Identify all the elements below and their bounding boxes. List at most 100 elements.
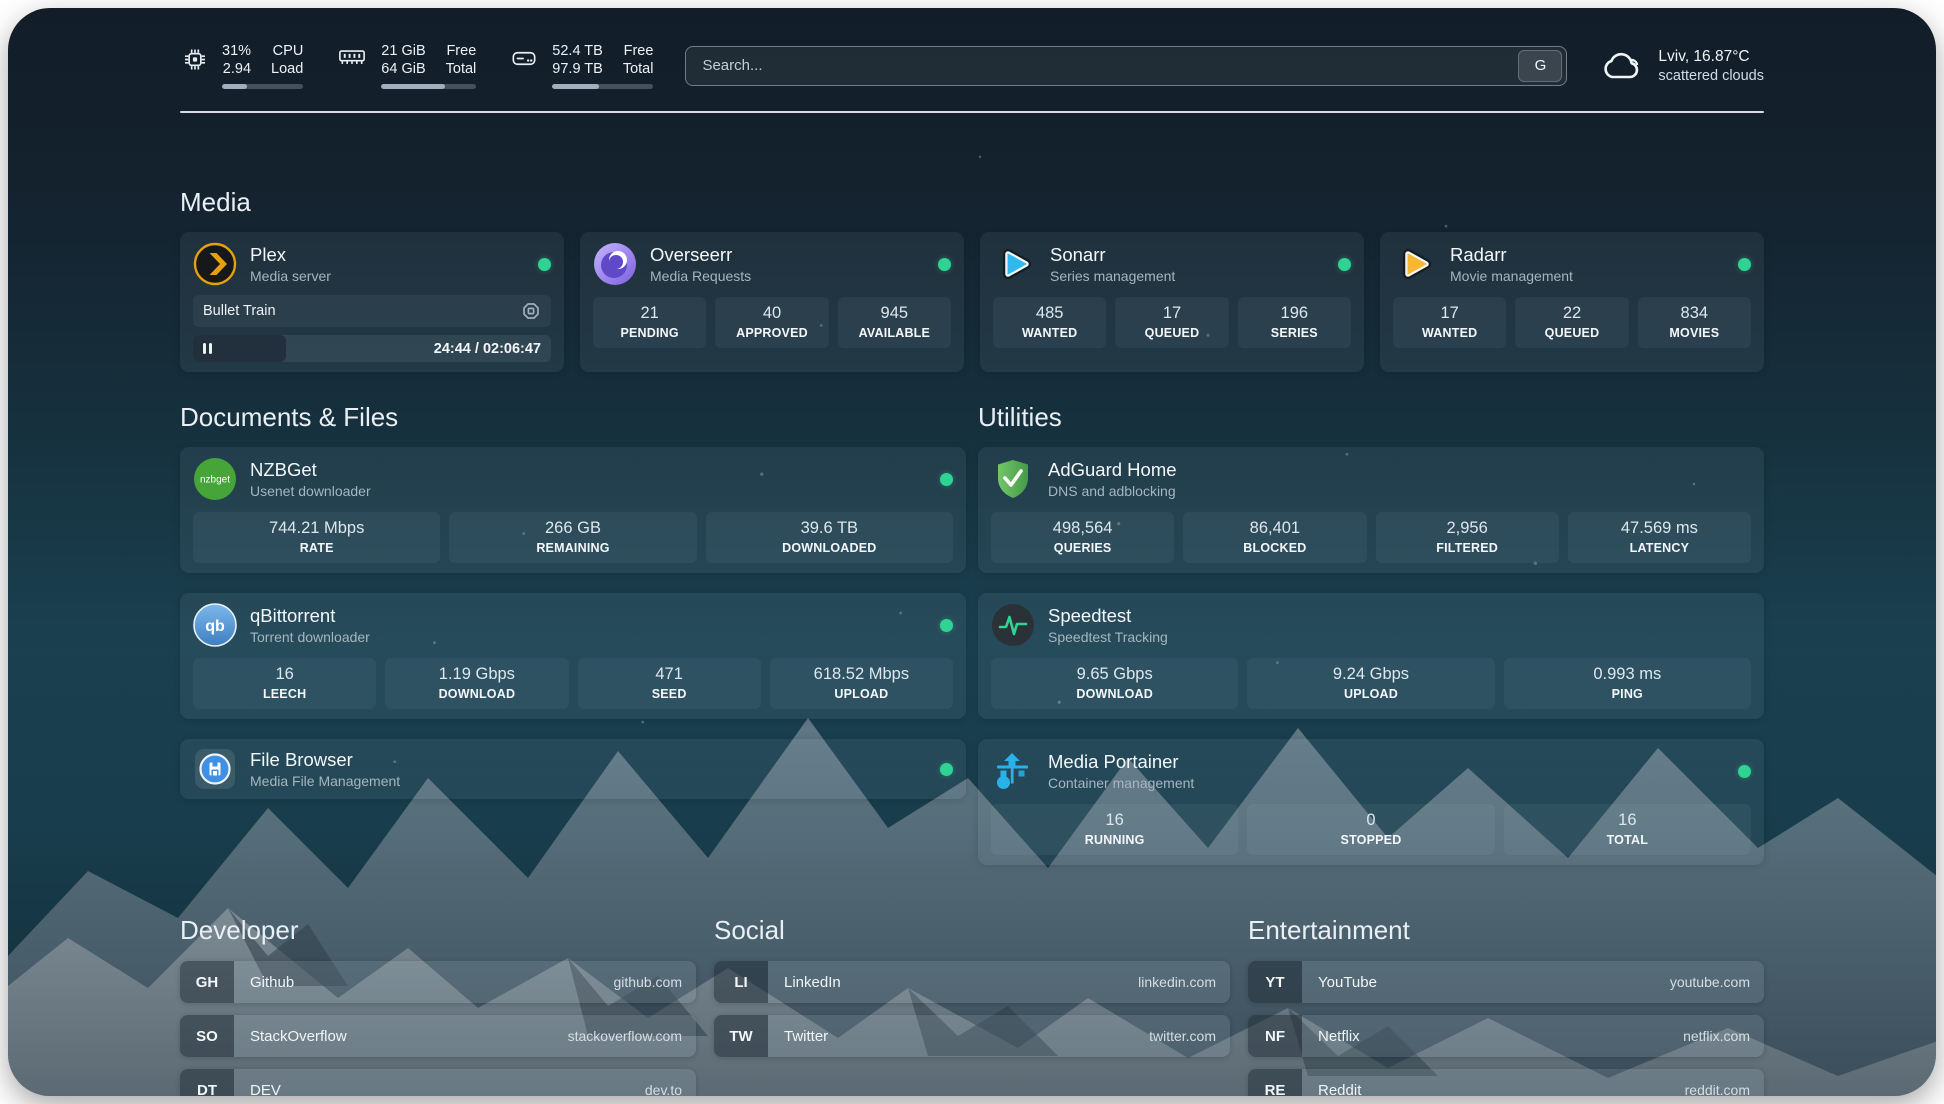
card-titles: NZBGet Usenet downloader [250, 459, 371, 499]
bookmarks-entertainment: Entertainment YT YouTube youtube.com NF … [1248, 915, 1764, 1096]
bookmark-github[interactable]: GH Github github.com [180, 961, 696, 1003]
stat-queued: 22 QUEUED [1515, 297, 1628, 348]
bookmark-abbr: YT [1248, 961, 1302, 1003]
bookmark-name: LinkedIn [770, 961, 1138, 1003]
memory-total-value: 64 GiB [381, 60, 425, 78]
service-name: Overseerr [650, 244, 751, 266]
service-description: DNS and adblocking [1048, 483, 1177, 499]
stat-seed: 471 SEED [578, 658, 761, 709]
bookmark-youtube[interactable]: YT YouTube youtube.com [1248, 961, 1764, 1003]
memory-progress-fill [381, 84, 445, 89]
stat-value: 9.65 Gbps [999, 665, 1230, 684]
card-head: Speedtest Speedtest Tracking [991, 603, 1751, 647]
topbar-divider [180, 111, 1764, 113]
card-head: Sonarr Series management [993, 242, 1351, 286]
view-icon[interactable] [521, 301, 541, 321]
search-bar: G [685, 46, 1567, 86]
card-titles: Sonarr Series management [1050, 244, 1175, 284]
stat-label: PING [1512, 687, 1743, 701]
search-provider-button[interactable]: G [1518, 50, 1562, 82]
stat-value: 16 [201, 665, 368, 684]
status-dot [938, 258, 951, 271]
card-titles: AdGuard Home DNS and adblocking [1048, 459, 1177, 499]
nzbget-icon: nzbget [193, 457, 237, 501]
utilities-cards: AdGuard Home DNS and adblocking 498,564 … [978, 447, 1764, 865]
bookmark-dev[interactable]: DT DEV dev.to [180, 1069, 696, 1096]
card-portainer[interactable]: Media Portainer Container management 16 … [978, 739, 1764, 865]
stat-available: 945 AVAILABLE [838, 297, 951, 348]
stat-wanted: 17 WANTED [1393, 297, 1506, 348]
stat-series: 196 SERIES [1238, 297, 1351, 348]
disk-free-label: Free [623, 42, 654, 60]
stat-label: WANTED [1401, 326, 1498, 340]
service-name: Radarr [1450, 244, 1573, 266]
card-filebrowser[interactable]: File Browser Media File Management [180, 739, 966, 799]
cpu-usage-label: CPU [271, 42, 303, 60]
pause-button[interactable] [193, 335, 286, 362]
card-titles: Overseerr Media Requests [650, 244, 751, 284]
stat-running: 16 RUNNING [991, 804, 1238, 855]
memory-progress-track [381, 84, 476, 89]
card-head: Overseerr Media Requests [593, 242, 951, 286]
overseerr-icon [593, 242, 637, 286]
utilities-column: Utilities AdGuard Home [978, 402, 1764, 865]
card-adguard[interactable]: AdGuard Home DNS and adblocking 498,564 … [978, 447, 1764, 573]
service-name: qBittorrent [250, 605, 370, 627]
bookmark-host: reddit.com [1685, 1069, 1764, 1096]
disk-progress-fill [552, 84, 599, 89]
stat-label: FILTERED [1384, 541, 1551, 555]
stat-value: 618.52 Mbps [778, 665, 945, 684]
svg-text:qb: qb [205, 618, 225, 635]
card-sonarr[interactable]: Sonarr Series management 485 WANTED 17 Q… [980, 232, 1364, 372]
speedtest-icon [991, 603, 1035, 647]
service-name: Media Portainer [1048, 751, 1194, 773]
plex-progress-bar: 24:44 / 02:06:47 [193, 335, 551, 362]
stat-value: 498,564 [999, 519, 1166, 538]
bookmark-abbr: NF [1248, 1015, 1302, 1057]
card-overseerr[interactable]: Overseerr Media Requests 21 PENDING 40 A… [580, 232, 964, 372]
card-titles: qBittorrent Torrent downloader [250, 605, 370, 645]
card-head: Media Portainer Container management [991, 749, 1751, 793]
stat-label: BLOCKED [1191, 541, 1358, 555]
plex-now-playing-row: Bullet Train [193, 295, 551, 327]
card-plex[interactable]: Plex Media server Bullet Train [180, 232, 564, 372]
section-title-documents: Documents & Files [180, 402, 966, 433]
stat-value: 1.19 Gbps [393, 665, 560, 684]
bookmark-reddit[interactable]: RE Reddit reddit.com [1248, 1069, 1764, 1096]
search-input[interactable] [700, 56, 1518, 75]
stat-upload: 618.52 Mbps UPLOAD [770, 658, 953, 709]
bookmark-host: twitter.com [1149, 1015, 1230, 1057]
cpu-load-label: Load [271, 60, 303, 78]
cpu-progress-track [222, 84, 303, 89]
bookmark-host: netflix.com [1683, 1015, 1764, 1057]
service-description: Movie management [1450, 268, 1573, 284]
card-titles: File Browser Media File Management [250, 749, 400, 789]
service-name: Speedtest [1048, 605, 1168, 627]
stat-label: QUEUED [1123, 326, 1220, 340]
stat-label: RUNNING [999, 833, 1230, 847]
status-dot [538, 258, 551, 271]
service-description: Container management [1048, 775, 1194, 791]
disk-readout: 52.4 TB Free 97.9 TB Total [552, 42, 653, 89]
stat-leech: 16 LEECH [193, 658, 376, 709]
bookmark-linkedin[interactable]: LI LinkedIn linkedin.com [714, 961, 1230, 1003]
stats-row: 485 WANTED 17 QUEUED 196 SERIES [993, 297, 1351, 348]
status-dot [940, 763, 953, 776]
service-description: Media server [250, 268, 331, 284]
stat-label: DOWNLOADED [714, 541, 945, 555]
bookmark-name: Twitter [770, 1015, 1149, 1057]
card-head: File Browser Media File Management [193, 747, 953, 791]
card-radarr[interactable]: Radarr Movie management 17 WANTED 22 QUE… [1380, 232, 1764, 372]
bookmark-abbr: TW [714, 1015, 768, 1057]
stat-label: LATENCY [1576, 541, 1743, 555]
card-speedtest[interactable]: Speedtest Speedtest Tracking 9.65 Gbps D… [978, 593, 1764, 719]
stat-stopped: 0 STOPPED [1247, 804, 1494, 855]
card-qbittorrent[interactable]: qb qBittorrent Torrent downloader 16 [180, 593, 966, 719]
stat-approved: 40 APPROVED [715, 297, 828, 348]
bookmark-netflix[interactable]: NF Netflix netflix.com [1248, 1015, 1764, 1057]
bookmark-stackoverflow[interactable]: SO StackOverflow stackoverflow.com [180, 1015, 696, 1057]
card-head: Plex Media server [193, 242, 551, 286]
card-nzbget[interactable]: nzbget NZBGet Usenet downloader 744.21 M… [180, 447, 966, 573]
bookmark-twitter[interactable]: TW Twitter twitter.com [714, 1015, 1230, 1057]
stat-downloaded: 39.6 TB DOWNLOADED [706, 512, 953, 563]
